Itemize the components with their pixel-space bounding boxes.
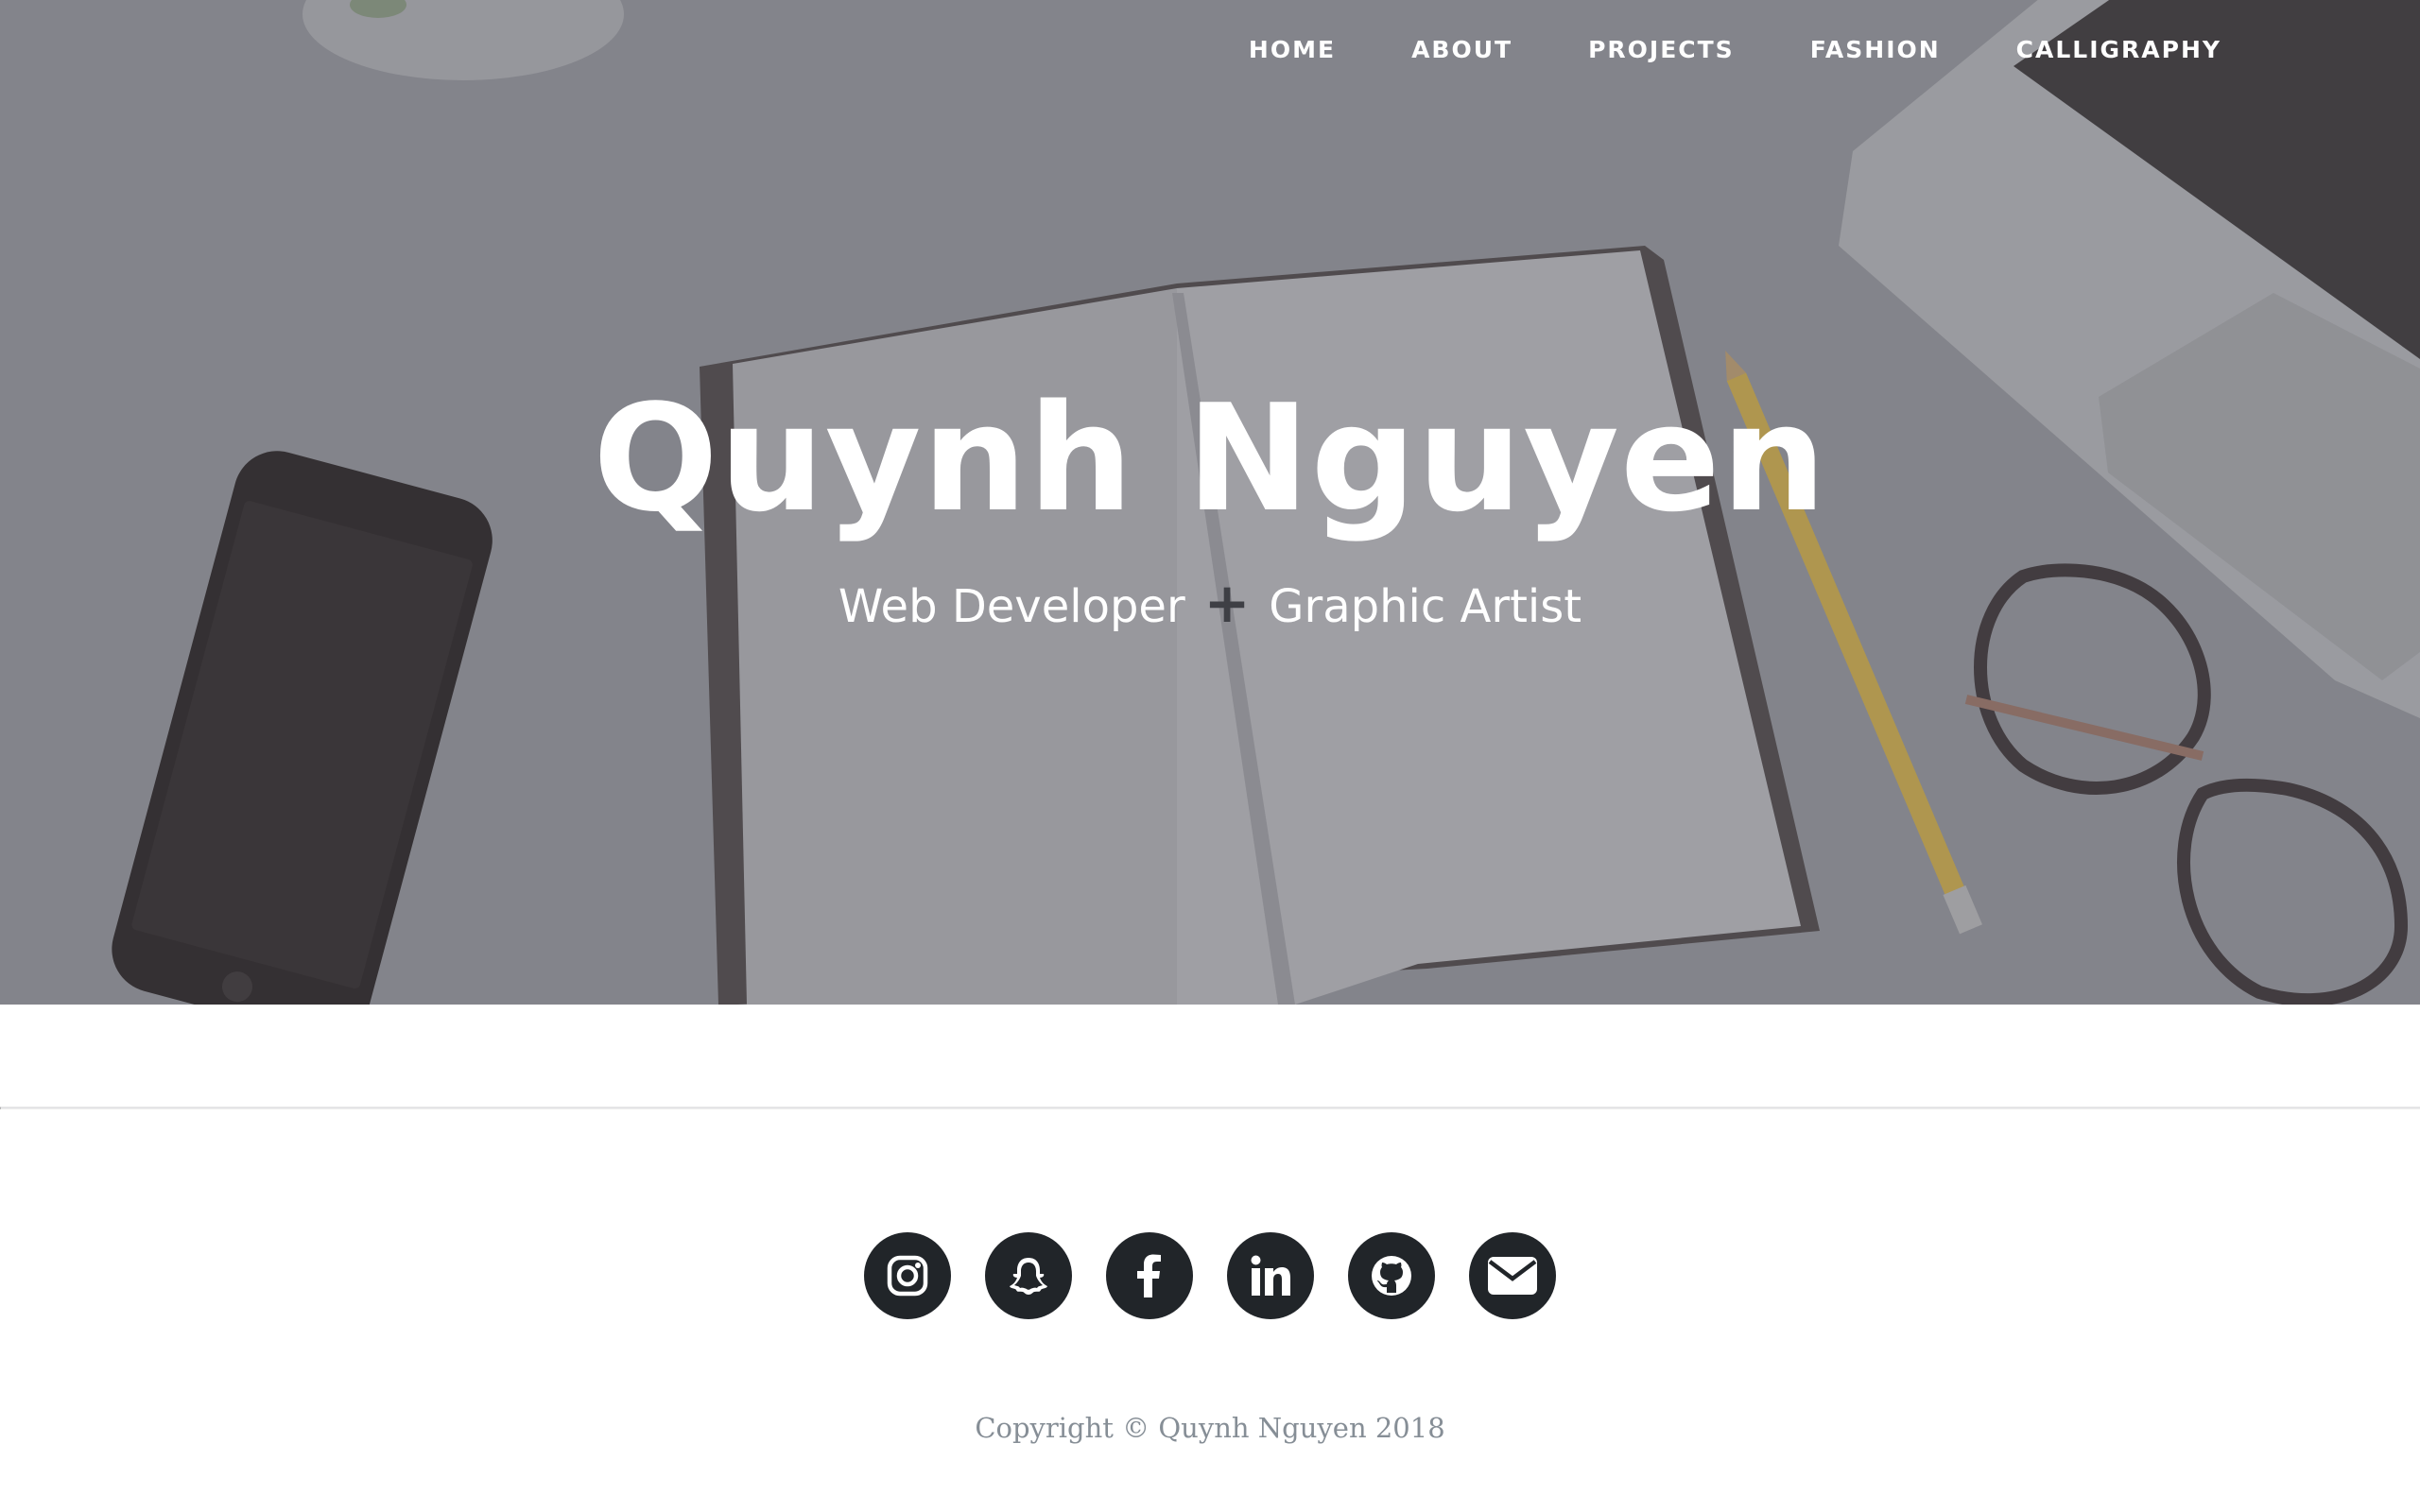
github-icon — [1372, 1256, 1411, 1296]
copyright-text: Copyright © Quynh Nguyen 2018 — [975, 1412, 1445, 1444]
subtitle-plus-sign: + — [1203, 571, 1251, 635]
nav-home-link[interactable]: HOME — [1249, 34, 1336, 66]
instagram-button[interactable] — [864, 1232, 951, 1319]
email-button[interactable] — [1469, 1232, 1556, 1319]
subtitle-role-graphic: Graphic Artist — [1269, 580, 1582, 633]
hero-subtitle: Web Developer + Graphic Artist — [0, 567, 2420, 643]
envelope-icon — [1488, 1257, 1537, 1295]
instagram-icon — [887, 1255, 928, 1297]
linkedin-button[interactable] — [1227, 1232, 1314, 1319]
social-links — [0, 1232, 2420, 1319]
hero-title: Quynh Nguyen — [593, 372, 1827, 544]
nav-about-link[interactable]: ABOUT — [1411, 34, 1512, 66]
nav-calligraphy-link[interactable]: CALLIGRAPHY — [2016, 34, 2221, 66]
section-divider — [0, 1107, 2420, 1109]
snapchat-button[interactable] — [985, 1232, 1072, 1319]
nav-projects-link[interactable]: PROJECTS — [1588, 34, 1735, 66]
snapchat-icon — [1010, 1258, 1047, 1295]
facebook-button[interactable] — [1106, 1232, 1193, 1319]
linkedin-icon — [1251, 1255, 1290, 1296]
facebook-icon — [1137, 1254, 1161, 1297]
main-nav: HOME ABOUT PROJECTS FASHION CALLIGRAPHY — [1173, 34, 2221, 66]
hero-masthead: HOME ABOUT PROJECTS FASHION CALLIGRAPHY … — [0, 0, 2420, 1005]
nav-fashion-link[interactable]: FASHION — [1810, 34, 1941, 66]
subtitle-role-web: Web Developer — [838, 580, 1185, 633]
github-button[interactable] — [1348, 1232, 1435, 1319]
